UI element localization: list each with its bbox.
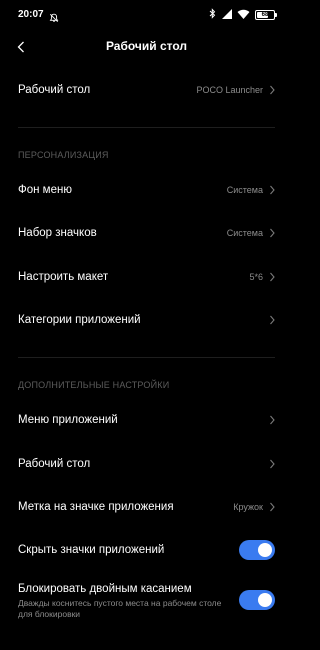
row-label: Меню приложений [18,414,118,426]
row-value: Система [226,185,263,195]
status-icons: 68 [209,6,277,24]
toggle-knob [258,543,272,557]
row-value: Система [226,228,263,238]
section-header-personalization: ПЕРСОНАЛИЗАЦИЯ [18,150,109,160]
app-categories-row[interactable]: Категории приложений [0,302,293,338]
row-label: Категории приложений [18,314,141,326]
row-label: Блокировать двойным касанием [18,583,192,595]
desktop-settings-row[interactable]: Рабочий стол [0,446,293,482]
desktop-launcher-row[interactable]: Рабочий стол POCO Launcher [0,72,293,108]
battery-percent: 68 [261,12,269,18]
layout-row[interactable]: Настроить макет 5*6 [0,259,293,295]
page-title: Рабочий стол [105,39,188,53]
chevron-right-icon [270,272,275,282]
row-label: Настроить макет [18,271,109,283]
hide-icons-toggle[interactable] [239,540,275,560]
row-label: Рабочий стол [18,458,91,470]
status-bar: 20:07 68 [0,0,293,32]
menu-background-row[interactable]: Фон меню Система [0,172,293,208]
chevron-right-icon [270,185,275,195]
status-time: 20:07 [18,9,44,20]
chevron-right-icon [270,415,275,425]
double-tap-lock-row[interactable]: Блокировать двойным касанием Дважды косн… [0,577,293,625]
chevron-right-icon [270,228,275,238]
header: Рабочий стол [0,30,293,64]
chevron-right-icon [270,502,275,512]
app-menu-row[interactable]: Меню приложений [0,402,293,438]
row-label: Рабочий стол [18,84,91,96]
chevron-right-icon [270,315,275,325]
double-tap-lock-toggle[interactable] [239,590,275,610]
icon-pack-row[interactable]: Набор значков Система [0,215,293,251]
row-label: Скрыть значки приложений [18,544,165,556]
chevron-right-icon [270,85,275,95]
chevron-right-icon [270,459,275,469]
toggle-knob [258,593,272,607]
row-description: Дважды коснитесь пустого места на рабоче… [18,598,222,619]
row-value: 5*6 [249,272,263,282]
bluetooth-icon [209,6,216,24]
hide-icons-row[interactable]: Скрыть значки приложений [0,532,293,568]
row-label: Метка на значке приложения [18,501,174,513]
row-label: Набор значков [18,227,97,239]
dnd-icon [49,10,59,23]
battery-icon: 68 [255,10,277,20]
signal-icon [221,6,232,24]
row-label: Фон меню [18,184,72,196]
section-header-additional: ДОПОЛНИТЕЛЬНЫЕ НАСТРОЙКИ [18,380,170,390]
divider [18,127,275,128]
divider [18,357,275,358]
wifi-icon [237,6,250,24]
row-value: POCO Launcher [196,85,263,95]
battery-tip [275,13,277,17]
row-value: Кружок [233,502,263,512]
app-badge-row[interactable]: Метка на значке приложения Кружок [0,489,293,525]
